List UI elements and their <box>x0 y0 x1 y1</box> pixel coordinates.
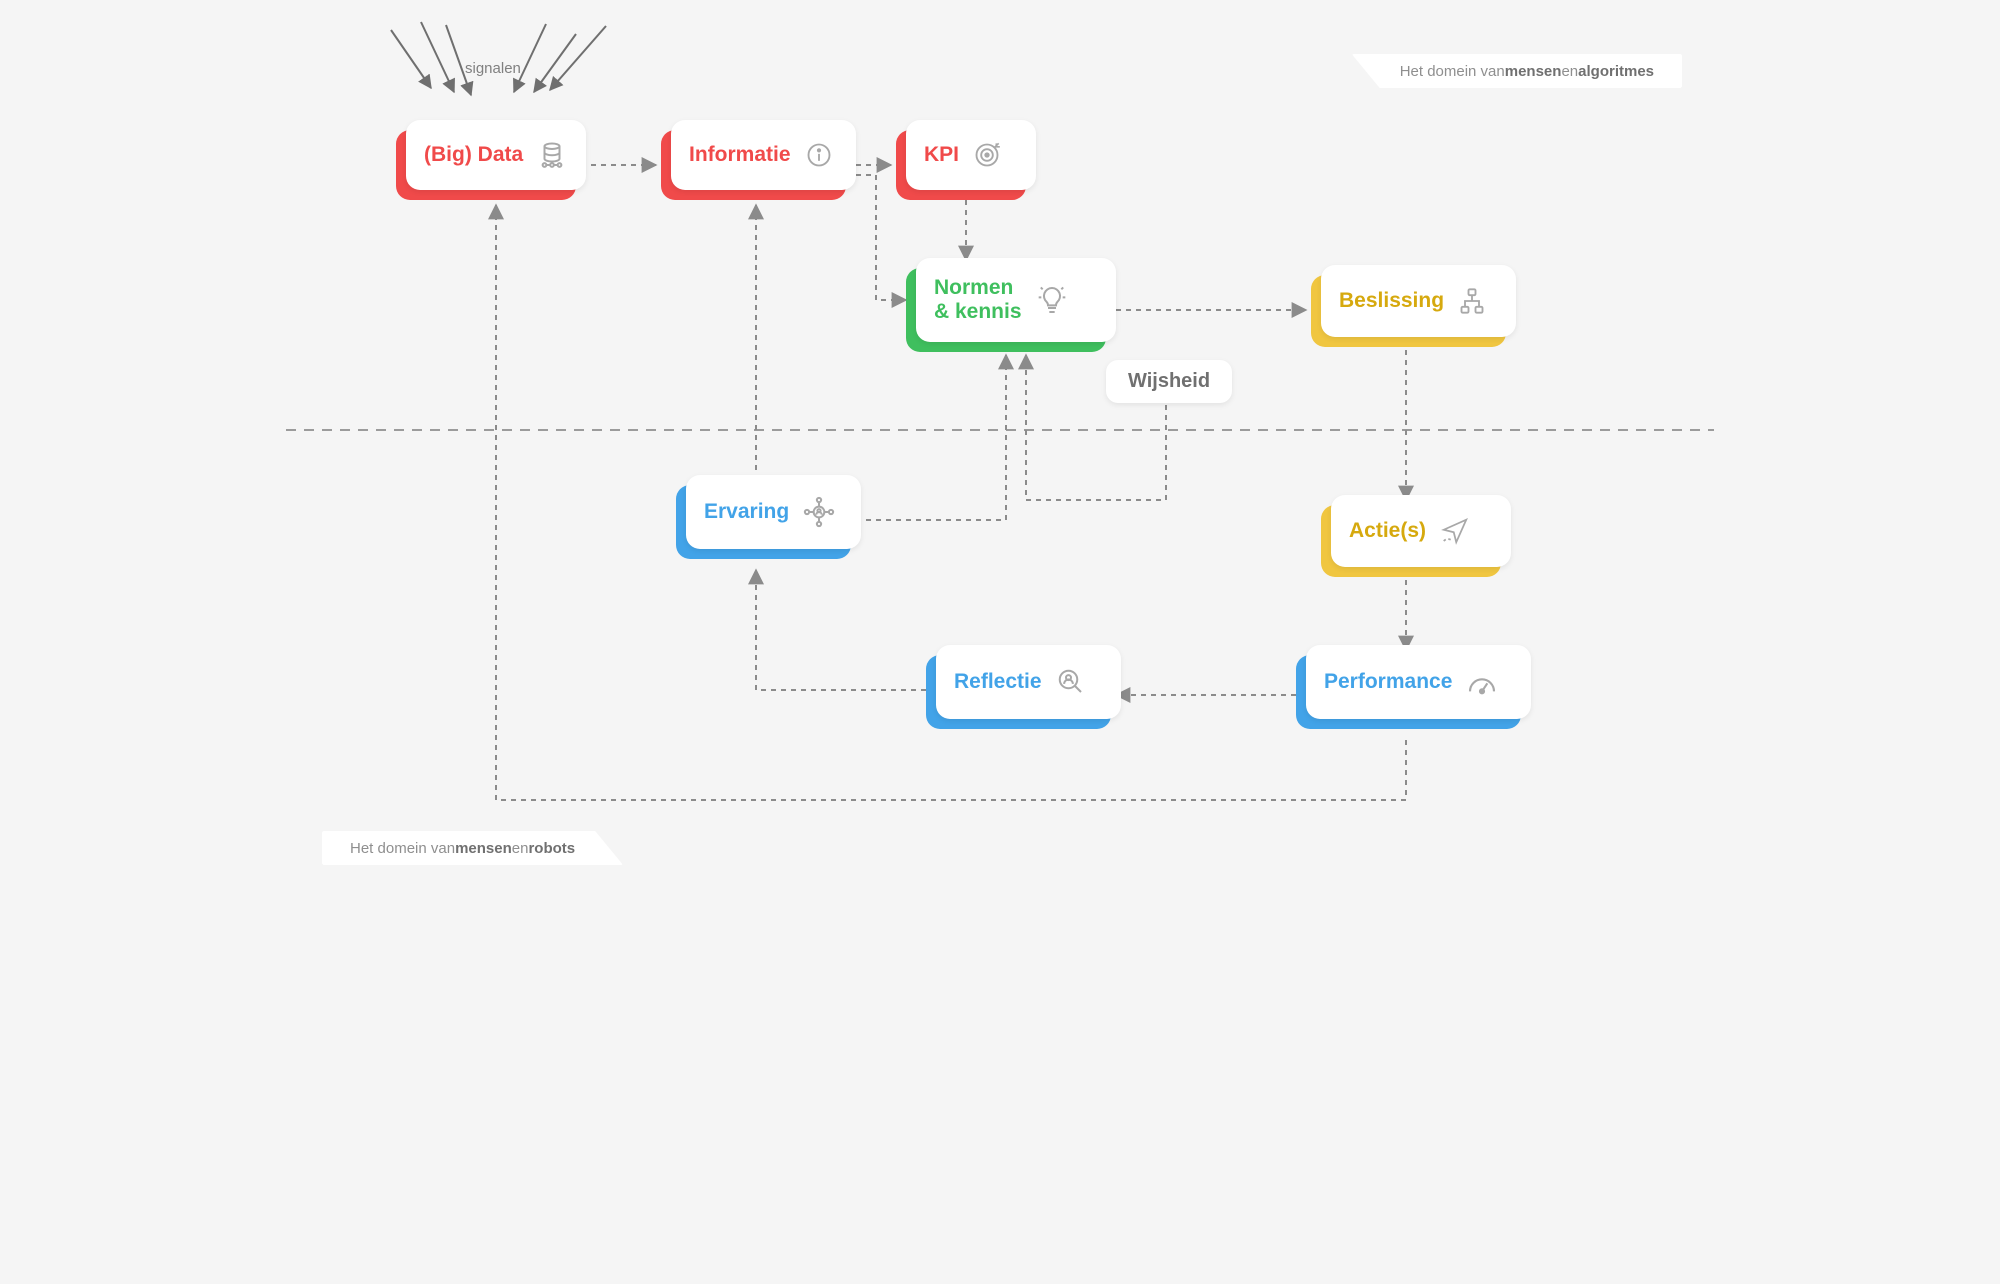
info-icon <box>805 141 833 169</box>
node-kpi-label: KPI <box>924 143 959 167</box>
node-performance: Performance <box>1296 655 1521 729</box>
node-kpi: KPI <box>896 130 1026 200</box>
domain-top-bold1: mensen <box>1505 63 1562 80</box>
database-icon <box>537 140 567 170</box>
domain-top-bold2: algoritmes <box>1578 63 1654 80</box>
network-person-icon <box>803 496 835 528</box>
node-acties: Actie(s) <box>1321 505 1501 577</box>
node-wijsheid: Wijsheid <box>1106 360 1232 403</box>
domain-ribbon-bottom: Het domein van mensen en robots <box>322 831 623 865</box>
gauge-icon <box>1466 667 1498 697</box>
node-beslissing-label: Beslissing <box>1339 289 1444 313</box>
node-beslissing: Beslissing <box>1311 275 1506 347</box>
flow-icon <box>1458 287 1486 315</box>
signals-arrows <box>391 22 606 95</box>
node-informatie-label: Informatie <box>689 143 791 167</box>
node-reflectie: Reflectie <box>926 655 1111 729</box>
signals-label: signalen <box>465 60 521 77</box>
domain-bottom-bold2: robots <box>528 840 575 857</box>
node-bigdata: (Big) Data <box>396 130 576 200</box>
node-ervaring: Ervaring <box>676 485 851 559</box>
domain-top-mid: en <box>1561 63 1578 80</box>
domain-bottom-mid: en <box>512 840 529 857</box>
domain-bottom-prefix: Het domein van <box>350 840 455 857</box>
domain-ribbon-top: Het domein van mensen en algoritmes <box>1352 54 1682 88</box>
node-normen-label: Normen & kennis <box>934 276 1022 324</box>
paper-plane-icon <box>1440 516 1470 546</box>
node-bigdata-label: (Big) Data <box>424 143 523 167</box>
node-performance-label: Performance <box>1324 670 1452 694</box>
diagram-stage: signalen Het domein van mensen en algori… <box>286 0 1714 885</box>
node-normen-kennis: Normen & kennis <box>906 268 1106 352</box>
node-reflectie-label: Reflectie <box>954 670 1042 694</box>
node-informatie: Informatie <box>661 130 846 200</box>
domain-top-prefix: Het domein van <box>1400 63 1505 80</box>
node-ervaring-label: Ervaring <box>704 500 789 524</box>
node-acties-label: Actie(s) <box>1349 519 1426 543</box>
domain-bottom-bold1: mensen <box>455 840 512 857</box>
lightbulb-icon <box>1036 284 1068 316</box>
target-icon <box>973 141 1001 169</box>
node-wijsheid-label: Wijsheid <box>1128 370 1210 392</box>
magnifier-person-icon <box>1056 667 1086 697</box>
